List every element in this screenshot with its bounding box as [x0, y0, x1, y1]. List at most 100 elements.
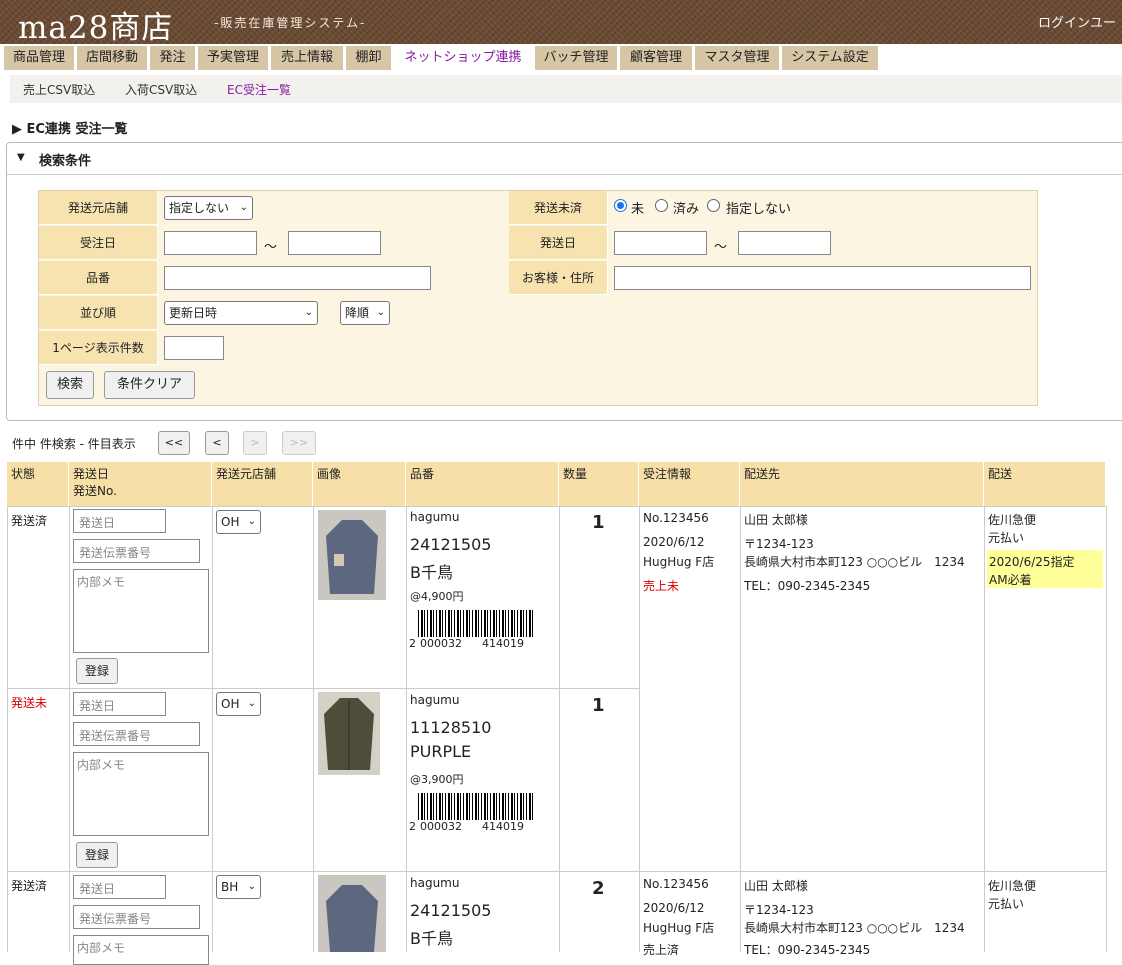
ship-date-input[interactable]: 発送日	[73, 509, 166, 533]
row-store-select[interactable]: OH ⌄	[216, 692, 261, 716]
dest-address: 長崎県大村市本町123 ○○○ビル 1234	[744, 555, 965, 569]
barcode-digits-a: 000032	[420, 820, 462, 833]
order-date-from-input[interactable]	[164, 231, 257, 255]
register-button[interactable]: 登録	[76, 842, 118, 868]
sub-nav: 売上CSV取込 入荷CSV取込 EC受注一覧	[10, 75, 1122, 103]
barcode-digits-b: 414019	[482, 637, 524, 650]
label-ship-date: 発送日	[509, 226, 608, 260]
barcode-digits-a: 000032	[420, 637, 462, 650]
pager-next-button[interactable]: >	[243, 431, 267, 455]
item-price: @4,900円	[410, 590, 464, 603]
delivery-note-time: AM必着	[989, 573, 1032, 587]
label-sort: 並び順	[39, 296, 158, 330]
ship-status-radio-shipped[interactable]	[655, 199, 668, 212]
register-button[interactable]: 登録	[76, 658, 118, 684]
per-page-input[interactable]	[164, 336, 224, 360]
slip-placeholder: 発送伝票番号	[79, 729, 152, 743]
memo-textarea[interactable]: 内部メモ	[73, 752, 209, 836]
th-delivery: 配送	[984, 462, 1106, 506]
search-panel-title: 検索条件	[39, 154, 92, 169]
dest-address: 長崎県大村市本町123 ○○○ビル 1234	[744, 921, 965, 935]
tab-net-shop[interactable]: ネットショップ連携	[394, 46, 532, 70]
dest-name: 山田 太郎様	[744, 879, 808, 893]
ship-date-input[interactable]: 発送日	[73, 692, 166, 716]
barcode-lead: 2	[409, 820, 416, 833]
order-date-to-input[interactable]	[288, 231, 381, 255]
product-image[interactable]	[318, 510, 386, 600]
tab-order[interactable]: 発注	[150, 46, 195, 70]
pager-status: 件中 件検索 - 件目表示	[12, 437, 136, 451]
tab-inventory[interactable]: 棚卸	[346, 46, 391, 70]
pager-prev-button[interactable]: <	[205, 431, 229, 455]
store-select[interactable]: 指定しない ⌄	[164, 196, 253, 220]
row-store-value: OH	[221, 697, 240, 711]
ship-date-from-input[interactable]	[614, 231, 707, 255]
ship-date-input[interactable]: 発送日	[73, 875, 166, 899]
th-order-info: 受注情報	[639, 462, 740, 506]
subnav-ec-orders[interactable]: EC受注一覧	[227, 81, 291, 98]
grid-line	[1106, 506, 1107, 952]
row-store-select[interactable]: OH ⌄	[216, 510, 261, 534]
tab-batch[interactable]: バッチ管理	[535, 46, 617, 70]
pager-last-button[interactable]: >>	[282, 431, 316, 455]
subnav-sales-csv[interactable]: 売上CSV取込	[23, 81, 95, 98]
grid-line	[7, 871, 1107, 872]
search-button[interactable]: 検索	[46, 371, 94, 399]
app-logo: ma28商店	[18, 10, 174, 44]
item-no-input[interactable]	[164, 266, 431, 290]
order-number: No.123456	[643, 511, 709, 525]
slip-number-input[interactable]: 発送伝票番号	[73, 722, 200, 746]
chevron-down-icon: ⌄	[247, 698, 256, 709]
label-store: 発送元店舗	[39, 191, 158, 225]
page-title: ▶ EC連携 受注一覧	[12, 122, 128, 137]
chevron-down-icon: ⌄	[247, 881, 256, 892]
ship-date-placeholder: 発送日	[79, 516, 116, 530]
row-status: 発送未	[11, 696, 48, 710]
chevron-down-icon: ⌄	[304, 307, 313, 318]
search-panel-header[interactable]: ▼ 検索条件	[7, 143, 1122, 175]
sales-status: 売上未	[643, 579, 680, 593]
tab-store-transfer[interactable]: 店間移動	[77, 46, 147, 70]
ship-date-to-input[interactable]	[738, 231, 831, 255]
item-color: B千鳥	[410, 929, 453, 948]
item-brand: hagumu	[410, 876, 460, 890]
app-subtitle: -販売在庫管理システム-	[214, 16, 367, 30]
row-store-value: OH	[221, 515, 240, 529]
item-brand: hagumu	[410, 510, 460, 524]
memo-textarea[interactable]: 内部メモ	[73, 935, 209, 965]
memo-placeholder: 内部メモ	[77, 941, 126, 955]
clear-button[interactable]: 条件クリア	[104, 371, 195, 399]
ship-status-radio-unshipped[interactable]	[614, 199, 627, 212]
row-store-select[interactable]: BH ⌄	[216, 875, 261, 899]
product-image[interactable]	[318, 692, 380, 775]
subnav-stock-csv[interactable]: 入荷CSV取込	[125, 81, 197, 98]
customer-input[interactable]	[614, 266, 1031, 290]
label-per-page: 1ページ表示件数	[39, 331, 158, 365]
grid-line	[7, 506, 8, 952]
th-ship-no-label: 発送No.	[73, 484, 117, 498]
memo-textarea[interactable]: 内部メモ	[73, 569, 209, 653]
tab-sales-info[interactable]: 売上情報	[271, 46, 343, 70]
collapse-triangle-icon[interactable]: ▼	[17, 152, 25, 163]
login-user-link[interactable]: ログインユー	[1038, 12, 1116, 31]
order-direction-select[interactable]: 降順 ⌄	[340, 301, 390, 325]
tab-budget[interactable]: 予実管理	[198, 46, 268, 70]
ship-status-radio-unspecified[interactable]	[707, 199, 720, 212]
tab-system-settings[interactable]: システム設定	[782, 46, 878, 70]
product-image[interactable]	[318, 875, 386, 952]
tab-products[interactable]: 商品管理	[4, 46, 74, 70]
item-qty: 1	[592, 695, 605, 716]
delivery-payment: 元払い	[988, 531, 1025, 545]
th-qty: 数量	[559, 462, 639, 506]
grid-line	[7, 506, 1107, 507]
sort-select[interactable]: 更新日時 ⌄	[164, 301, 318, 325]
slip-number-input[interactable]: 発送伝票番号	[73, 539, 200, 563]
tab-customers[interactable]: 顧客管理	[620, 46, 692, 70]
tab-master[interactable]: マスタ管理	[695, 46, 779, 70]
slip-number-input[interactable]: 発送伝票番号	[73, 905, 200, 929]
barcode-image	[418, 610, 534, 637]
th-ship-date: 発送日 発送No.	[69, 462, 212, 506]
pager-first-button[interactable]: <<	[158, 431, 190, 455]
item-price: @3,900円	[410, 773, 464, 786]
item-qty: 1	[592, 512, 605, 533]
